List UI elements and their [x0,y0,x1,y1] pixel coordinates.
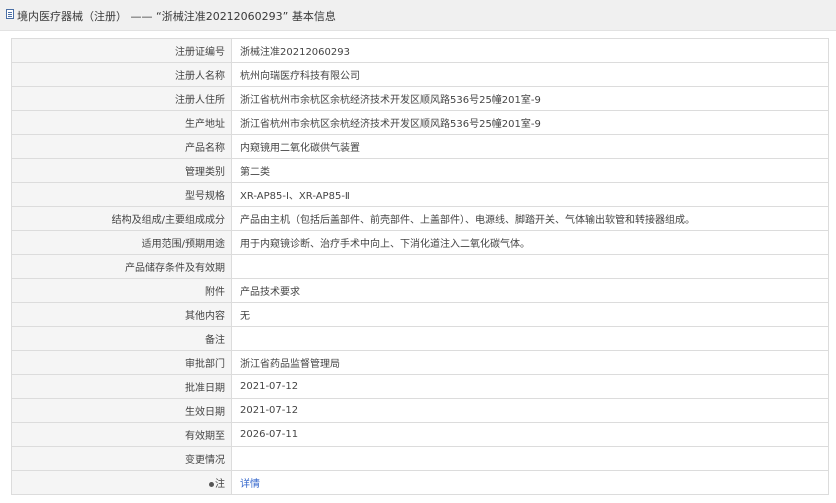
field-value [231,446,829,471]
field-value: 浙江省杭州市余杭区余杭经济技术开发区顺风路536号25幢201室-9 [231,86,829,111]
field-label: 型号规格 [11,182,232,207]
table-row: 其他内容无 [11,302,829,327]
field-label: 注册人名称 [11,62,232,87]
field-value: 用于内窥镜诊断、治疗手术中向上、下消化道注入二氧化碳气体。 [231,230,829,255]
field-label: 其他内容 [11,302,232,327]
note-row: 注 详情 [11,470,829,495]
table-row: 备注 [11,326,829,351]
field-label: 审批部门 [11,350,232,375]
field-label: 适用范围/预期用途 [11,230,232,255]
field-label: 有效期至 [11,422,232,447]
table-row: 生效日期 2021-07-12 [11,398,829,423]
table-row: 批准日期 2021-07-12 [11,374,829,399]
note-value-cell: 详情 [231,470,829,495]
field-label: 产品名称 [11,134,232,159]
field-label: 生效日期 [11,398,232,423]
field-value: 浙江省杭州市余杭区余杭经济技术开发区顺风路536号25幢201室-9 [231,110,829,135]
field-value: 内窥镜用二氧化碳供气装置 [231,134,829,159]
page-title: 境内医疗器械（注册） —— “浙械注准20212060293” 基本信息 [17,10,336,23]
field-value: 第二类 [231,158,829,183]
field-label: 变更情况 [11,446,232,471]
field-label: 管理类别 [11,158,232,183]
table-row: 审批部门 浙江省药品监督管理局 [11,350,829,375]
table-row: 注册人名称 杭州向瑞医疗科技有限公司 [11,62,829,87]
document-icon [6,9,14,19]
note-label-cell: 注 [11,470,232,495]
table-row: 生产地址 浙江省杭州市余杭区余杭经济技术开发区顺风路536号25幢201室-9 [11,110,829,135]
field-value: 无 [231,302,829,327]
field-value: 2021-07-12 [231,374,829,399]
table-row: 注册证编号 浙械注准20212060293 [11,38,829,63]
info-table: 注册证编号 浙械注准20212060293 注册人名称 杭州向瑞医疗科技有限公司 注册人… [11,38,829,495]
field-value: 产品技术要求 [231,278,829,303]
field-value: 产品由主机（包括后盖部件、前壳部件、上盖部件）、电源线、脚踏开关、气体输出软管和… [231,206,829,231]
field-label: 生产地址 [11,110,232,135]
table-row: 适用范围/预期用途 用于内窥镜诊断、治疗手术中向上、下消化道注入二氧化碳气体。 [11,230,829,255]
info-table-body: 注册证编号 浙械注准20212060293 注册人名称 杭州向瑞医疗科技有限公司 注册人… [11,38,829,495]
field-value: 浙械注准20212060293 [231,38,829,63]
table-row: 产品储存条件及有效期 [11,254,829,279]
field-label: 批准日期 [11,374,232,399]
field-value [231,326,829,351]
field-value [231,254,829,279]
table-row: 注册人住所 浙江省杭州市余杭区余杭经济技术开发区顺风路536号25幢201室-9 [11,86,829,111]
field-label: 注册人住所 [11,86,232,111]
field-value: 2021-07-12 [231,398,829,423]
table-row: 变更情况 [11,446,829,471]
table-row: 型号规格 XR-AP85-Ⅰ、XR-AP85-Ⅱ [11,182,829,207]
field-value: 杭州向瑞医疗科技有限公司 [231,62,829,87]
table-row: 结构及组成/主要组成成分 产品由主机（包括后盖部件、前壳部件、上盖部件）、电源线、… [11,206,829,231]
field-label: 产品储存条件及有效期 [11,254,232,279]
field-value: XR-AP85-Ⅰ、XR-AP85-Ⅱ [231,182,829,207]
note-label: 注 [215,479,225,490]
table-row: 附件 产品技术要求 [11,278,829,303]
field-label: 备注 [11,326,232,351]
table-row: 管理类别 第二类 [11,158,829,183]
bullet-icon [209,481,214,487]
field-value: 2026-07-11 [231,422,829,447]
table-row: 有效期至 2026-07-11 [11,422,829,447]
field-label: 附件 [11,278,232,303]
field-value: 浙江省药品监督管理局 [231,350,829,375]
table-row: 产品名称 内窥镜用二氧化碳供气装置 [11,134,829,159]
detail-link[interactable]: 详情 [240,479,260,490]
title-bar: 境内医疗器械（注册） —— “浙械注准20212060293” 基本信息 [0,0,836,31]
field-label: 注册证编号 [11,38,232,63]
field-label: 结构及组成/主要组成成分 [11,206,232,231]
